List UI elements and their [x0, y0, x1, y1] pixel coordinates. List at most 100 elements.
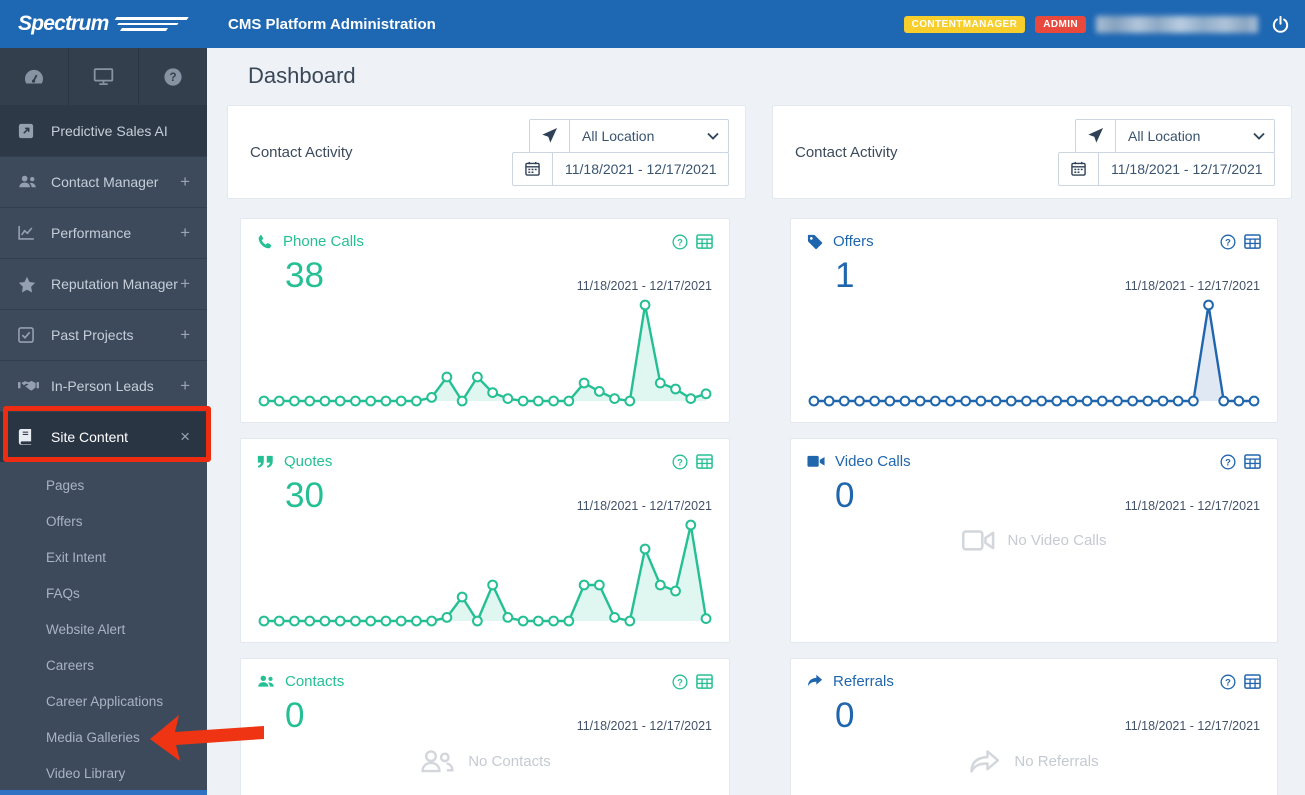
- speedometer-icon[interactable]: [0, 48, 70, 105]
- date-range-input[interactable]: 11/18/2021 - 12/17/2021: [1099, 153, 1274, 185]
- submenu-item-offers[interactable]: Offers: [0, 504, 207, 540]
- card-title: Quotes: [284, 453, 333, 470]
- username-blurred: [1096, 15, 1258, 33]
- sidebar-item-reputation-manager[interactable]: Reputation Manager +: [0, 258, 207, 309]
- help-circle-icon[interactable]: ?: [672, 453, 688, 470]
- panel-controls: All Location 11/18/2021 - 12/17/2021: [1058, 118, 1275, 186]
- help-circle-icon[interactable]: ?: [1220, 453, 1236, 470]
- offers-card: Offers ? 1 11/18/2021 - 12/17/2021: [790, 218, 1278, 423]
- brand-speed-lines: [108, 17, 190, 31]
- calendar-icon: [513, 152, 553, 185]
- sidebar-item-predictive-sales-ai[interactable]: Predictive Sales AI: [0, 105, 207, 156]
- sidebar-item-past-projects[interactable]: Past Projects +: [0, 309, 207, 360]
- help-circle-icon[interactable]: ?: [1220, 673, 1236, 690]
- svg-text:?: ?: [1225, 237, 1231, 247]
- cards-left: Phone Calls ? 38 11/18/2021 - 12/17/2021…: [227, 218, 746, 795]
- contacts-card: Contacts ? 0 11/18/2021 - 12/17/2021 No …: [240, 658, 730, 795]
- empty-state: No Referrals: [791, 749, 1277, 774]
- expand-plus-icon[interactable]: +: [180, 274, 190, 294]
- desktop-icon[interactable]: [69, 48, 139, 105]
- submenu-item-media-galleries[interactable]: Media Galleries: [0, 720, 207, 756]
- submenu-item-video-library[interactable]: Video Library: [0, 756, 207, 792]
- empty-state: No Video Calls: [791, 529, 1277, 552]
- submenu-item-exit-intent[interactable]: Exit Intent: [0, 540, 207, 576]
- sidebar-item-performance[interactable]: Performance +: [0, 207, 207, 258]
- phone-calls-card: Phone Calls ? 38 11/18/2021 - 12/17/2021: [240, 218, 730, 423]
- table-view-icon[interactable]: [1244, 674, 1261, 689]
- chevron-down-icon: [707, 132, 719, 140]
- spectrum-logo[interactable]: Spectrum: [0, 0, 207, 48]
- header-right-group: CONTENTMANAGER ADMIN: [903, 12, 1305, 36]
- chevron-down-icon: [1253, 132, 1265, 140]
- star-icon: [18, 276, 40, 293]
- svg-text:?: ?: [169, 72, 176, 84]
- share-arrow-icon: [807, 674, 823, 688]
- sidebar: ? Predictive Sales AI Contact Manager + …: [0, 48, 207, 795]
- expand-plus-icon[interactable]: +: [180, 223, 190, 243]
- card-title: Contacts: [285, 673, 345, 690]
- site-content-submenu: Pages Offers Exit Intent FAQs Website Al…: [0, 462, 207, 792]
- table-view-icon[interactable]: [1244, 454, 1261, 469]
- svg-text:?: ?: [677, 677, 683, 687]
- sidebar-bottom-accent: [0, 790, 207, 795]
- metric-date-range: 11/18/2021 - 12/17/2021: [576, 719, 712, 733]
- expand-plus-icon[interactable]: +: [180, 172, 190, 192]
- submenu-item-career-applications[interactable]: Career Applications: [0, 684, 207, 720]
- chart-line-icon: [18, 225, 40, 241]
- column-right: Contact Activity All Location 11/18/2021…: [772, 105, 1292, 795]
- location-select[interactable]: All Location: [570, 120, 728, 152]
- empty-state: No Contacts: [241, 749, 729, 773]
- video-camera-icon: [807, 455, 825, 468]
- book-icon: [18, 429, 40, 445]
- table-view-icon[interactable]: [696, 234, 713, 249]
- submenu-item-pages[interactable]: Pages: [0, 468, 207, 504]
- quotes-card: Quotes ? 30 11/18/2021 - 12/17/2021: [240, 438, 730, 643]
- expand-plus-icon[interactable]: +: [180, 376, 190, 396]
- location-select[interactable]: All Location: [1116, 120, 1274, 152]
- help-circle-icon[interactable]: ?: [672, 673, 688, 690]
- column-left: Contact Activity All Location 11/18/2021…: [227, 105, 746, 795]
- location-select-group: All Location: [529, 118, 729, 153]
- location-icon: [1076, 119, 1116, 152]
- power-icon[interactable]: [1268, 12, 1292, 36]
- sidebar-item-contact-manager[interactable]: Contact Manager +: [0, 156, 207, 207]
- card-title: Offers: [833, 233, 874, 250]
- submenu-item-careers[interactable]: Careers: [0, 648, 207, 684]
- contact-activity-panel-left: Contact Activity All Location 11/18/2021…: [227, 105, 746, 199]
- table-view-icon[interactable]: [696, 674, 713, 689]
- table-view-icon[interactable]: [1244, 234, 1261, 249]
- quotes-icon: [257, 455, 274, 469]
- sidebar-quick-icons: ?: [0, 48, 207, 105]
- date-range-input[interactable]: 11/18/2021 - 12/17/2021: [553, 153, 728, 185]
- empty-state-text: No Referrals: [1014, 752, 1099, 770]
- date-range-group: 11/18/2021 - 12/17/2021: [1058, 151, 1275, 186]
- svg-text:?: ?: [677, 237, 683, 247]
- submenu-item-faqs[interactable]: FAQs: [0, 576, 207, 612]
- contact-activity-panel-right: Contact Activity All Location 11/18/2021…: [772, 105, 1292, 199]
- cards-right: Offers ? 1 11/18/2021 - 12/17/2021 Video…: [772, 218, 1292, 795]
- cms-admin-app: Spectrum CMS Platform Administration CON…: [0, 0, 1305, 795]
- sidebar-item-site-content[interactable]: Site Content ×: [0, 411, 207, 462]
- date-range-group: 11/18/2021 - 12/17/2021: [512, 151, 729, 186]
- help-circle-icon[interactable]: ?: [1220, 233, 1236, 250]
- help-circle-icon[interactable]: ?: [672, 233, 688, 250]
- page-title: Dashboard: [248, 63, 356, 88]
- panel-title: Contact Activity: [795, 143, 898, 161]
- phone-icon: [257, 234, 273, 250]
- sidebar-item-label: Performance: [51, 225, 132, 241]
- sidebar-item-label: Reputation Manager: [51, 276, 178, 292]
- svg-text:?: ?: [1225, 457, 1231, 467]
- collapse-x-icon[interactable]: ×: [180, 427, 190, 447]
- main-content: Dashboard Contact Activity All Location: [207, 48, 1305, 795]
- card-title: Referrals: [833, 673, 894, 690]
- help-icon[interactable]: ?: [139, 48, 207, 105]
- table-view-icon[interactable]: [696, 454, 713, 469]
- role-badge-admin: ADMIN: [1035, 15, 1086, 33]
- sidebar-item-label: Site Content: [51, 429, 129, 445]
- location-select-group: All Location: [1075, 118, 1275, 153]
- sidebar-item-in-person-leads[interactable]: In-Person Leads +: [0, 360, 207, 411]
- submenu-item-website-alert[interactable]: Website Alert: [0, 612, 207, 648]
- svg-text:?: ?: [677, 457, 683, 467]
- expand-plus-icon[interactable]: +: [180, 325, 190, 345]
- metric-date-range: 11/18/2021 - 12/17/2021: [576, 279, 712, 293]
